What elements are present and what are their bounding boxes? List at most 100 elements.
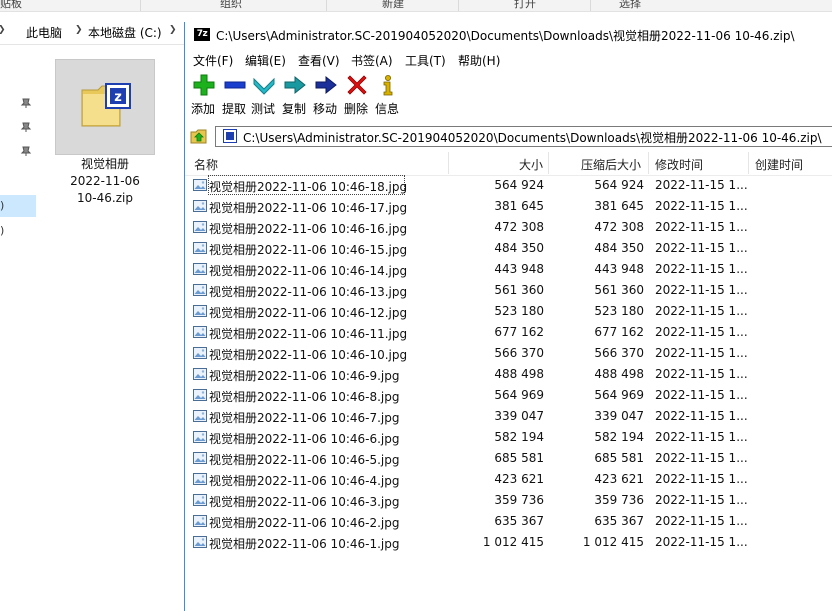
menu-edit[interactable]: 编辑(E) <box>245 52 286 69</box>
file-size: 677 162 <box>494 325 544 339</box>
file-modified: 2022-11-15 1... <box>655 178 748 192</box>
file-row[interactable]: 视觉相册2022-11-06 10:46-17.jpg 381 645 381 64… <box>185 196 832 217</box>
file-row[interactable]: 视觉相册2022-11-06 10:46-6.jpg 582 194 582 194… <box>185 427 832 448</box>
image-file-icon <box>193 536 207 548</box>
ribbon-group-open[interactable]: 打开 <box>514 0 536 11</box>
file-size: 359 736 <box>494 493 544 507</box>
file-row[interactable]: 视觉相册2022-11-06 10:46-12.jpg 523 180 523 18… <box>185 301 832 322</box>
column-name[interactable]: 名称 <box>194 156 218 173</box>
ribbon-divider <box>458 0 459 11</box>
arrow-right-icon <box>315 75 337 95</box>
column-packed-size[interactable]: 压缩后大小 <box>581 156 641 173</box>
ribbon-group-new[interactable]: 新建 <box>382 0 404 11</box>
file-modified: 2022-11-15 1... <box>655 535 748 549</box>
file-name: 视觉相册2022-11-06 10:46-12.jpg <box>209 306 408 320</box>
chevron-right-icon: ❯ <box>0 25 6 35</box>
file-modified: 2022-11-15 1... <box>655 220 748 234</box>
ribbon-divider <box>326 0 327 11</box>
pin-icon[interactable] <box>20 145 32 157</box>
file-row[interactable]: 视觉相册2022-11-06 10:46-3.jpg 359 736 359 736… <box>185 490 832 511</box>
file-size: 564 924 <box>494 178 544 192</box>
minus-icon <box>224 81 246 89</box>
toolbar: 添加 提取 测试 复制 移动 删除 信息 <box>185 72 832 120</box>
file-row[interactable]: 视觉相册2022-11-06 10:46-13.jpg 561 360 561 36… <box>185 280 832 301</box>
file-row[interactable]: 视觉相册2022-11-06 10:46-1.jpg 1 012 415 1 012… <box>185 532 832 553</box>
image-file-icon <box>193 389 207 401</box>
file-size: 488 498 <box>494 367 544 381</box>
ribbon-group-labels: 贴板 组织 新建 打开 选择 <box>0 0 832 12</box>
nav-item-selected[interactable]: ) <box>0 195 36 217</box>
file-modified: 2022-11-15 1... <box>655 514 748 528</box>
file-size: 472 308 <box>494 220 544 234</box>
sevenzip-logo-icon: 7z <box>194 28 210 41</box>
image-file-icon <box>193 431 207 443</box>
file-modified: 2022-11-15 1... <box>655 451 748 465</box>
menu-bookmarks[interactable]: 书签(A) <box>351 52 393 69</box>
breadcrumb-this-pc[interactable]: 此电脑 <box>26 24 62 41</box>
file-packed-size: 472 308 <box>594 220 644 234</box>
column-created[interactable]: 创建时间 <box>755 156 803 173</box>
menu-file[interactable]: 文件(F) <box>193 52 233 69</box>
file-row[interactable]: 视觉相册2022-11-06 10:46-10.jpg 566 370 566 37… <box>185 343 832 364</box>
file-row[interactable]: 视觉相册2022-11-06 10:46-18.jpg 564 924 564 92… <box>185 175 832 196</box>
pin-icon[interactable] <box>20 121 32 133</box>
column-divider[interactable] <box>648 152 649 174</box>
sevenzip-window: 7z C:\Users\Administrator.SC-20190405202… <box>184 22 832 611</box>
chevron-right-icon: ❯ <box>169 25 177 35</box>
ribbon-group-organize[interactable]: 组织 <box>220 0 242 11</box>
zip-file-name-line: 视觉相册 <box>80 157 129 171</box>
column-divider[interactable] <box>748 152 749 174</box>
column-modified[interactable]: 修改时间 <box>655 156 703 173</box>
image-file-icon <box>193 242 207 254</box>
file-row[interactable]: 视觉相册2022-11-06 10:46-9.jpg 488 498 488 498… <box>185 364 832 385</box>
file-name: 视觉相册2022-11-06 10:46-8.jpg <box>209 390 400 404</box>
file-modified: 2022-11-15 1... <box>655 472 748 486</box>
file-packed-size: 381 645 <box>594 199 644 213</box>
image-file-icon <box>193 305 207 317</box>
zip-file-tile[interactable]: z 视觉相册 2022-11-06 10-46.zip <box>54 58 156 210</box>
path-input[interactable]: C:\Users\Administrator.SC-201904052020\D… <box>215 126 832 147</box>
zip-archive-icon: z <box>81 83 131 127</box>
image-file-icon <box>193 200 207 212</box>
file-row[interactable]: 视觉相册2022-11-06 10:46-2.jpg 635 367 635 367… <box>185 511 832 532</box>
breadcrumb-local-disk[interactable]: 本地磁盘 (C:) <box>88 24 162 41</box>
column-divider[interactable] <box>448 152 449 174</box>
menu-view[interactable]: 查看(V) <box>298 52 340 69</box>
file-row[interactable]: 视觉相册2022-11-06 10:46-4.jpg 423 621 423 621… <box>185 469 832 490</box>
file-row[interactable]: 视觉相册2022-11-06 10:46-16.jpg 472 308 472 30… <box>185 217 832 238</box>
file-name: 视觉相册2022-11-06 10:46-3.jpg <box>209 495 400 509</box>
column-size[interactable]: 大小 <box>519 156 543 173</box>
file-row[interactable]: 视觉相册2022-11-06 10:46-14.jpg 443 948 443 94… <box>185 259 832 280</box>
title-bar[interactable]: 7z C:\Users\Administrator.SC-20190405202… <box>185 22 832 48</box>
explorer-address-bar[interactable]: ❯ 此电脑 ❯ 本地磁盘 (C:) ❯ <box>0 18 190 45</box>
file-modified: 2022-11-15 1... <box>655 199 748 213</box>
file-name: 视觉相册2022-11-06 10:46-7.jpg <box>209 411 400 425</box>
file-packed-size: 443 948 <box>594 262 644 276</box>
file-modified: 2022-11-15 1... <box>655 346 748 360</box>
file-row[interactable]: 视觉相册2022-11-06 10:46-5.jpg 685 581 685 581… <box>185 448 832 469</box>
file-packed-size: 685 581 <box>594 451 644 465</box>
pin-icon[interactable] <box>20 97 32 109</box>
file-row[interactable]: 视觉相册2022-11-06 10:46-8.jpg 564 969 564 969… <box>185 385 832 406</box>
ribbon-group-clipboard[interactable]: 贴板 <box>0 0 22 11</box>
zip-file-name-line: 2022-11-06 <box>70 174 140 188</box>
file-name: 视觉相册2022-11-06 10:46-6.jpg <box>209 432 400 446</box>
file-size: 685 581 <box>494 451 544 465</box>
ribbon-group-select[interactable]: 选择 <box>619 0 641 11</box>
image-file-icon <box>193 326 207 338</box>
nav-item-label[interactable]: ) <box>0 224 4 237</box>
file-name: 视觉相册2022-11-06 10:46-5.jpg <box>209 453 400 467</box>
file-row[interactable]: 视觉相册2022-11-06 10:46-15.jpg 484 350 484 35… <box>185 238 832 259</box>
menu-help[interactable]: 帮助(H) <box>458 52 500 69</box>
folder-up-icon[interactable] <box>190 127 208 145</box>
file-size: 564 969 <box>494 388 544 402</box>
column-divider[interactable] <box>548 152 549 174</box>
info-button[interactable]: 信息 <box>371 72 403 118</box>
file-row[interactable]: 视觉相册2022-11-06 10:46-7.jpg 339 047 339 047… <box>185 406 832 427</box>
file-name: 视觉相册2022-11-06 10:46-15.jpg <box>209 243 408 257</box>
file-modified: 2022-11-15 1... <box>655 325 748 339</box>
menu-tools[interactable]: 工具(T) <box>405 52 446 69</box>
zip-file-thumbnail: z <box>55 59 155 155</box>
zip-archive-icon <box>223 129 237 143</box>
file-row[interactable]: 视觉相册2022-11-06 10:46-11.jpg 677 162 677 16… <box>185 322 832 343</box>
